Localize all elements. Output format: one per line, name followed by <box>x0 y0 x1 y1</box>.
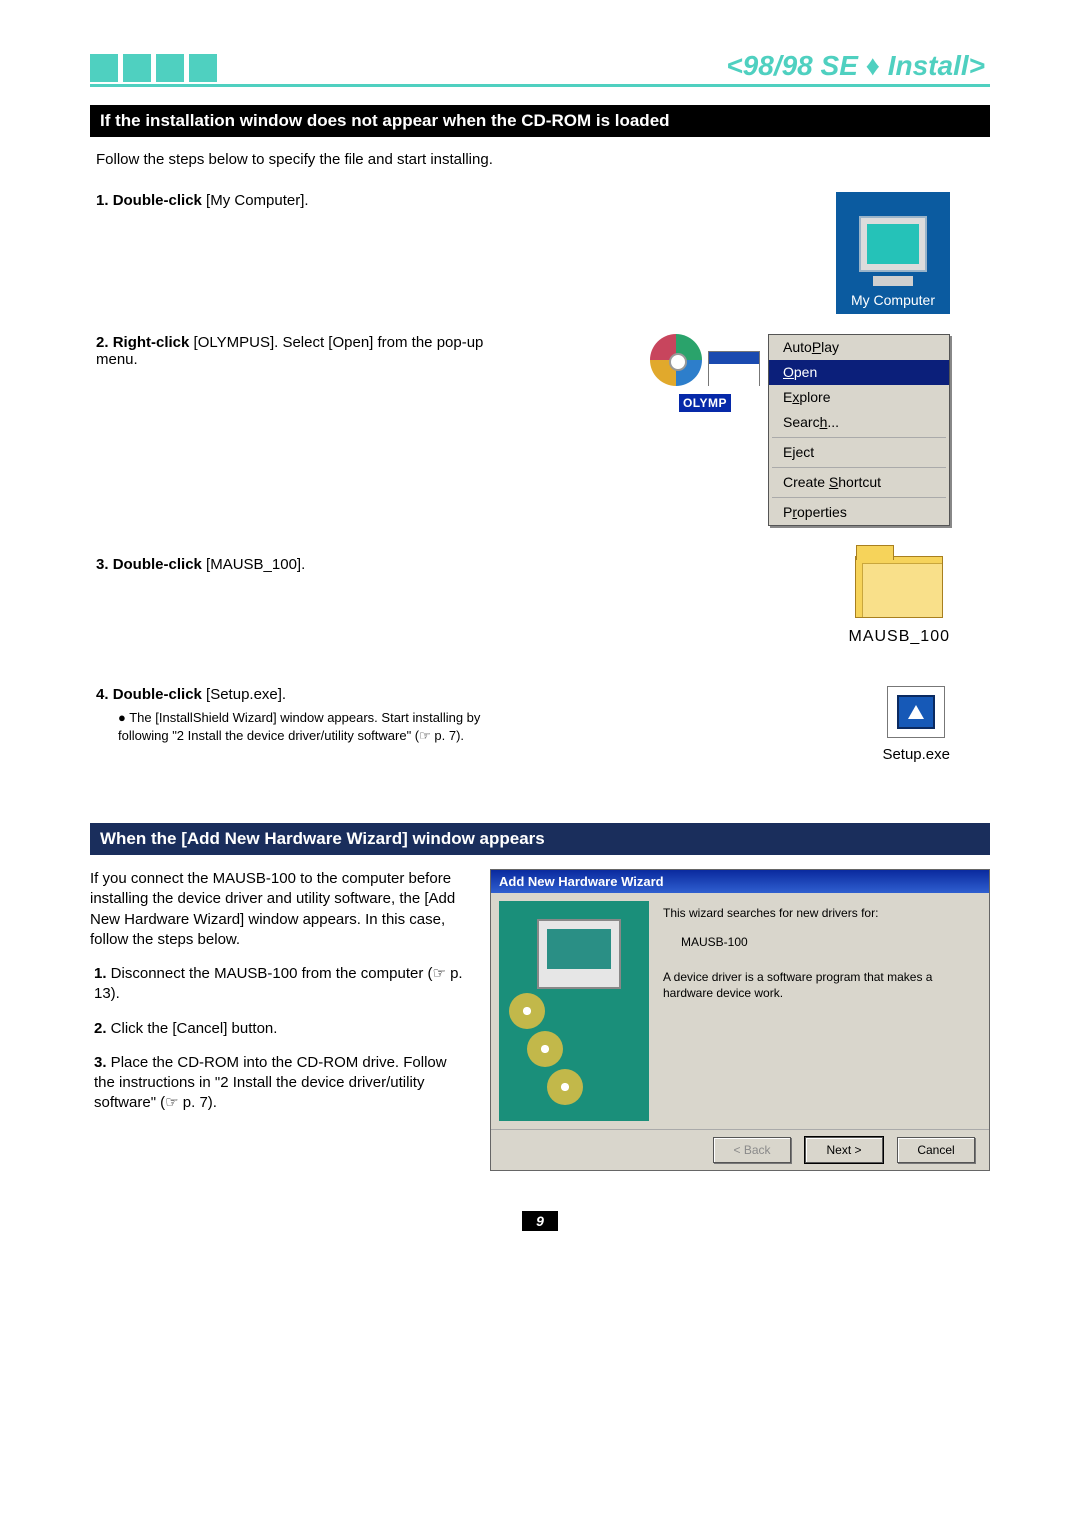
cd-icon <box>650 334 702 386</box>
ctx-explore[interactable]: Explore <box>769 385 949 410</box>
page-number: 9 <box>522 1211 558 1231</box>
setup-exe-icon[interactable]: Setup.exe <box>882 686 950 763</box>
section2-intro: If you connect the MAUSB-100 to the comp… <box>90 869 470 950</box>
section-header-install: If the installation window does not appe… <box>90 105 990 137</box>
folder-label: MAUSB_100 <box>849 628 951 646</box>
ctx-eject[interactable]: Eject <box>769 440 949 465</box>
wizard-line1: This wizard searches for new drivers for… <box>663 905 981 922</box>
ctx-search[interactable]: Search... <box>769 410 949 435</box>
divider <box>90 84 990 87</box>
section-header-wizard: When the [Add New Hardware Wizard] windo… <box>90 823 990 855</box>
section2-step1: 1. Disconnect the MAUSB-100 from the com… <box>90 964 470 1005</box>
banner-title: <98/98 SE ♦ Install> <box>726 50 985 82</box>
olympus-drive-label[interactable]: OLYMP <box>679 394 731 412</box>
ctx-properties[interactable]: Properties <box>769 500 949 525</box>
decor-squares <box>90 54 217 82</box>
context-menu: AutoPlay Open Explore Search... Eject Cr… <box>768 334 950 526</box>
wizard-back-button: < Back <box>713 1137 791 1163</box>
window-corner-icon <box>708 351 760 386</box>
wizard-device-name: MAUSB-100 <box>681 934 981 951</box>
ctx-autoplay[interactable]: AutoPlay <box>769 335 949 360</box>
step-1-text: 1. Double-click [My Computer]. <box>90 192 526 209</box>
wizard-cancel-button[interactable]: Cancel <box>897 1137 975 1163</box>
setup-label: Setup.exe <box>882 746 950 763</box>
section2-step3: 3. Place the CD-ROM into the CD-ROM driv… <box>90 1053 470 1114</box>
mausb-folder-icon[interactable]: MAUSB_100 <box>849 556 951 646</box>
wizard-art <box>499 901 649 1121</box>
wizard-line2: A device driver is a software program th… <box>663 969 981 1003</box>
step-4-text: 4. Double-click [Setup.exe]. ● The [Inst… <box>90 686 526 745</box>
my-computer-icon[interactable]: My Computer <box>836 192 950 314</box>
intro-text: Follow the steps below to specify the fi… <box>96 151 990 168</box>
wizard-title: Add New Hardware Wizard <box>491 870 989 893</box>
ctx-create-shortcut[interactable]: Create Shortcut <box>769 470 949 495</box>
section2-step2: 2. Click the [Cancel] button. <box>90 1019 470 1039</box>
my-computer-label: My Computer <box>851 292 935 308</box>
add-new-hardware-wizard: Add New Hardware Wizard This wizard sear… <box>490 869 990 1171</box>
ctx-open[interactable]: Open <box>769 360 949 385</box>
wizard-next-button[interactable]: Next > <box>805 1137 883 1163</box>
step-3-text: 3. Double-click [MAUSB_100]. <box>90 556 526 573</box>
step-2-text: 2. Right-click [OLYMPUS]. Select [Open] … <box>90 334 526 368</box>
